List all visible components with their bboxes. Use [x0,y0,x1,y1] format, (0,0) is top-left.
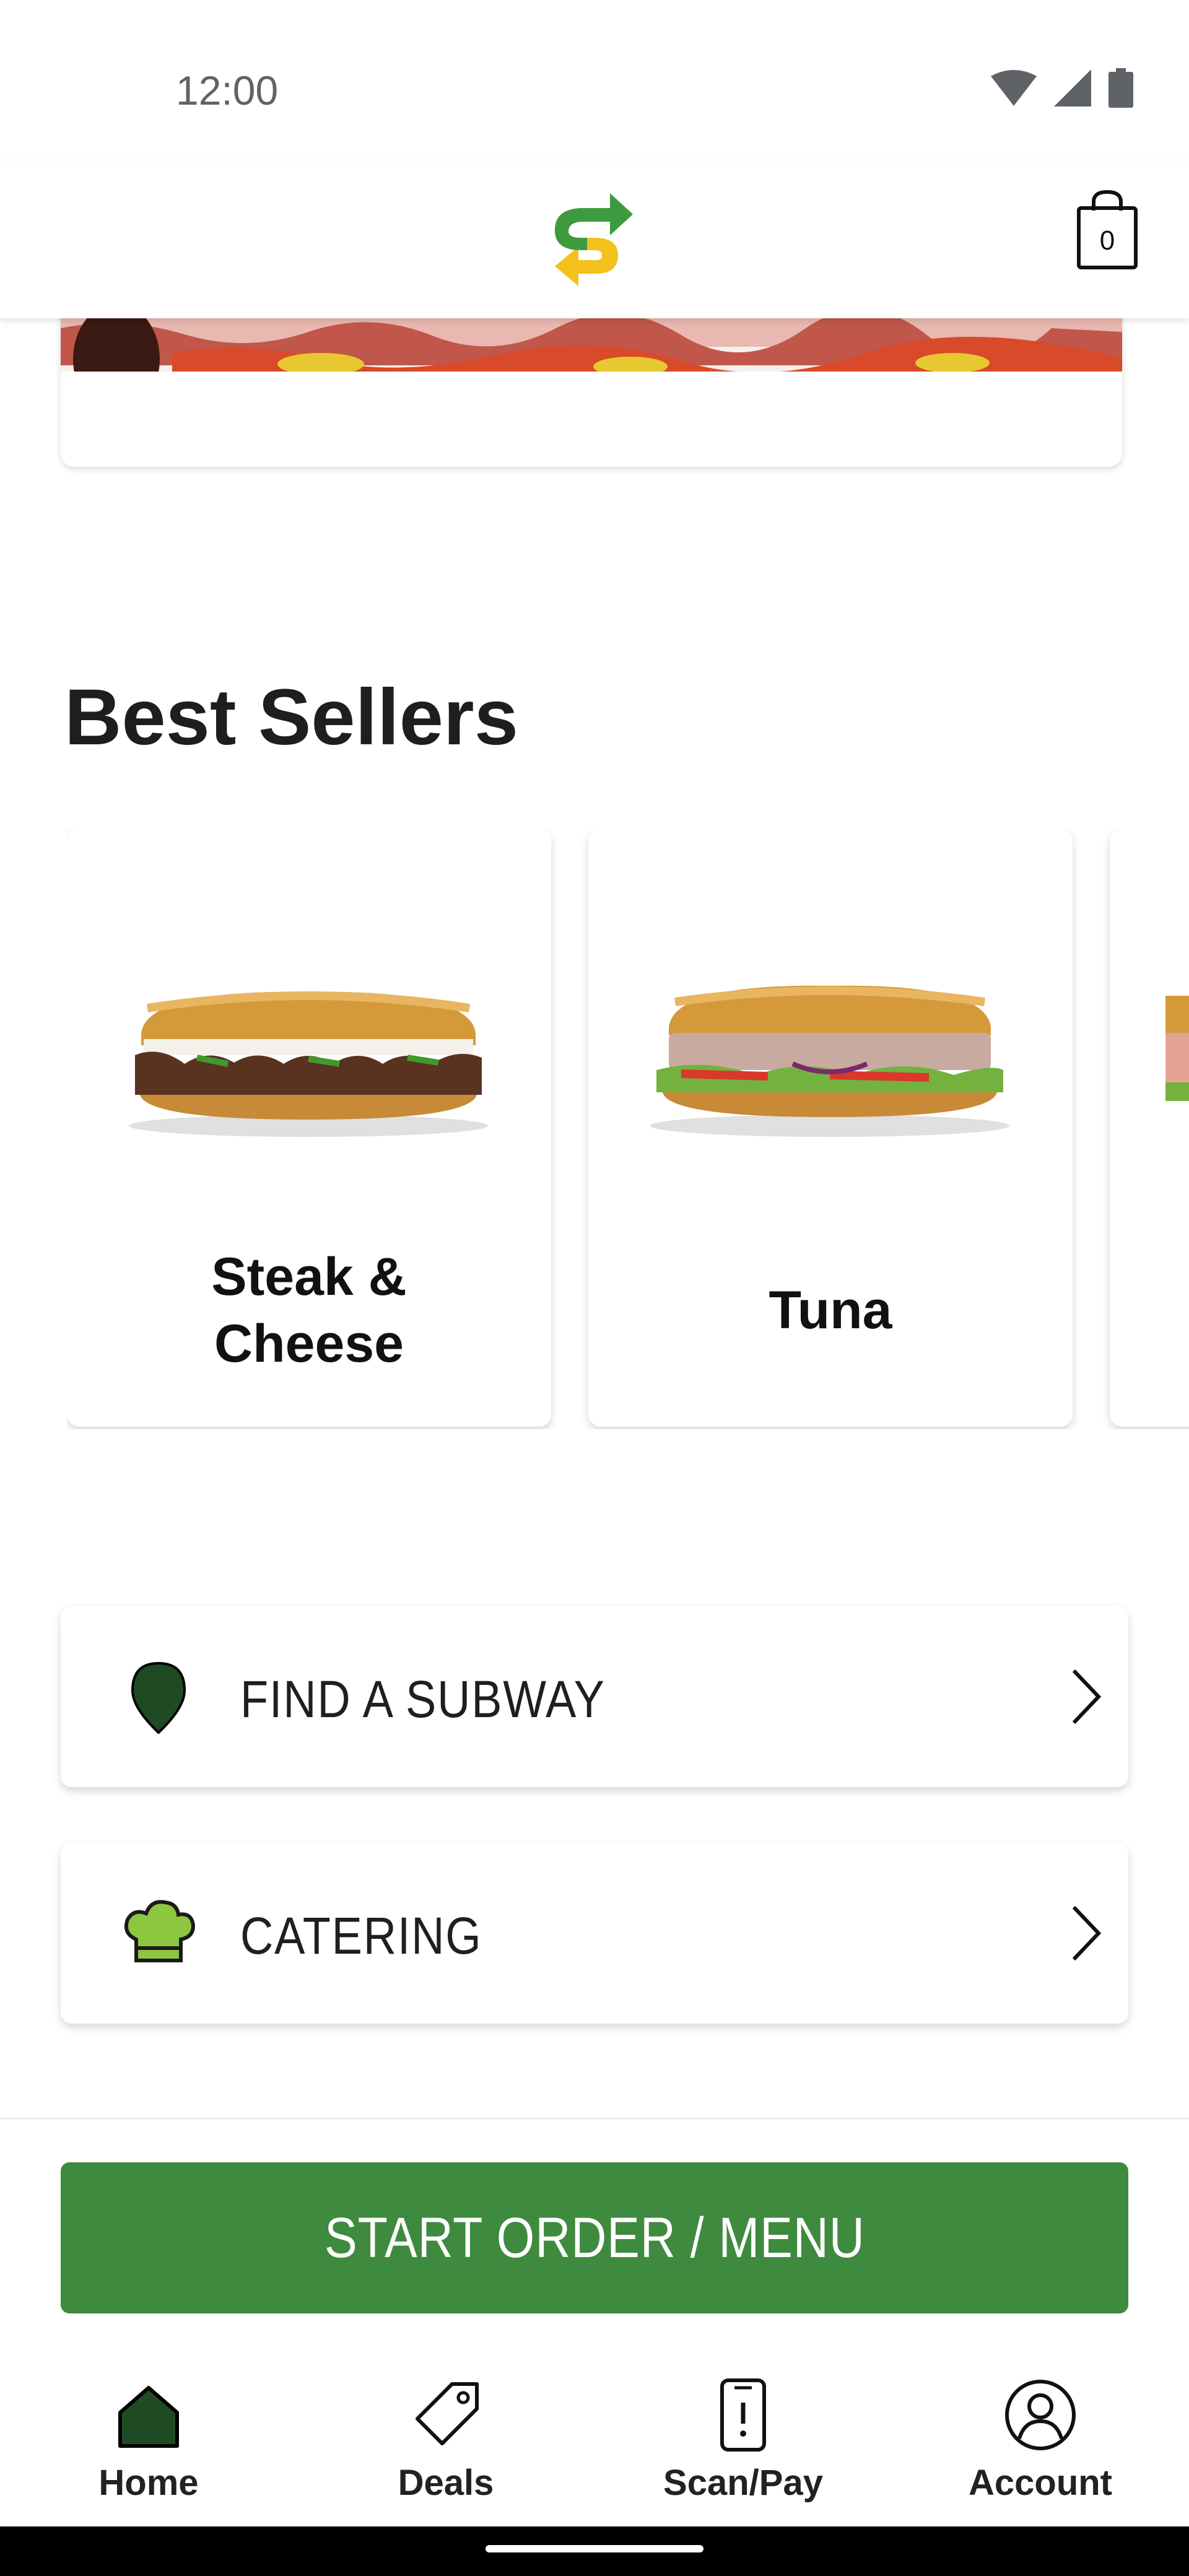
gesture-handle[interactable] [486,2545,703,2552]
nav-label: Account [969,2463,1112,2503]
steak-cheese-sandwich-image [129,991,488,1137]
nav-label: Home [98,2463,199,2503]
nav-label: Deals [398,2463,494,2503]
battery-icon [1108,68,1133,108]
sandwich-image [1165,996,1189,1101]
nav-label: Scan/Pay [663,2463,823,2503]
product-name-line: Cheese [214,1314,404,1373]
product-name-line: Steak & [211,1247,407,1307]
cart-count: 0 [1099,225,1115,256]
divider [0,2118,1189,2120]
cellular-signal-icon [1054,69,1091,107]
best-sellers-carousel[interactable]: Steak & Cheese Tuna [67,829,1189,1429]
phone-scan-icon [720,2378,766,2452]
chevron-right-icon [1072,1669,1102,1725]
app-header: 0 [0,161,1189,318]
cart-button[interactable]: 0 [1075,189,1139,270]
product-card[interactable]: Steak & Cheese [67,829,551,1427]
nav-item-home[interactable]: Home [25,2378,272,2520]
bottom-nav: Home Deals Scan/Pay Account [0,2341,1189,2526]
subway-logo-icon[interactable] [551,181,638,286]
account-icon [1005,2380,1076,2450]
nav-item-account[interactable]: Account [917,2378,1164,2520]
start-order-button[interactable]: START ORDER / MENU [61,2162,1128,2313]
product-name: Steak & Cheese [67,1243,551,1377]
product-card[interactable] [1110,829,1189,1427]
status-bar: 12:00 [0,0,1189,161]
product-name: Tuna [588,1277,1073,1344]
find-a-subway-link[interactable]: FIND A SUBWAY [61,1606,1128,1787]
system-gesture-bar [0,2526,1189,2576]
chevron-right-icon [1072,1905,1102,1961]
status-icons [991,68,1133,108]
wifi-icon [991,70,1037,106]
product-name-line: Tuna [769,1281,892,1340]
tuna-sandwich-image [650,985,1009,1137]
status-time: 12:00 [176,67,279,113]
product-card[interactable]: Tuna [588,829,1073,1427]
chef-hat-icon [124,1900,196,1962]
start-order-label: START ORDER / MENU [324,2206,865,2269]
location-pin-icon [131,1661,186,1734]
nav-item-deals[interactable]: Deals [322,2378,570,2520]
link-label: CATERING [240,1907,482,1965]
link-label: FIND A SUBWAY [240,1670,606,1728]
catering-link[interactable]: CATERING [61,1843,1128,2024]
home-icon [118,2386,179,2448]
tag-icon [416,2382,479,2445]
section-title: Best Sellers [64,673,518,762]
nav-item-scan-pay[interactable]: Scan/Pay [619,2378,867,2520]
